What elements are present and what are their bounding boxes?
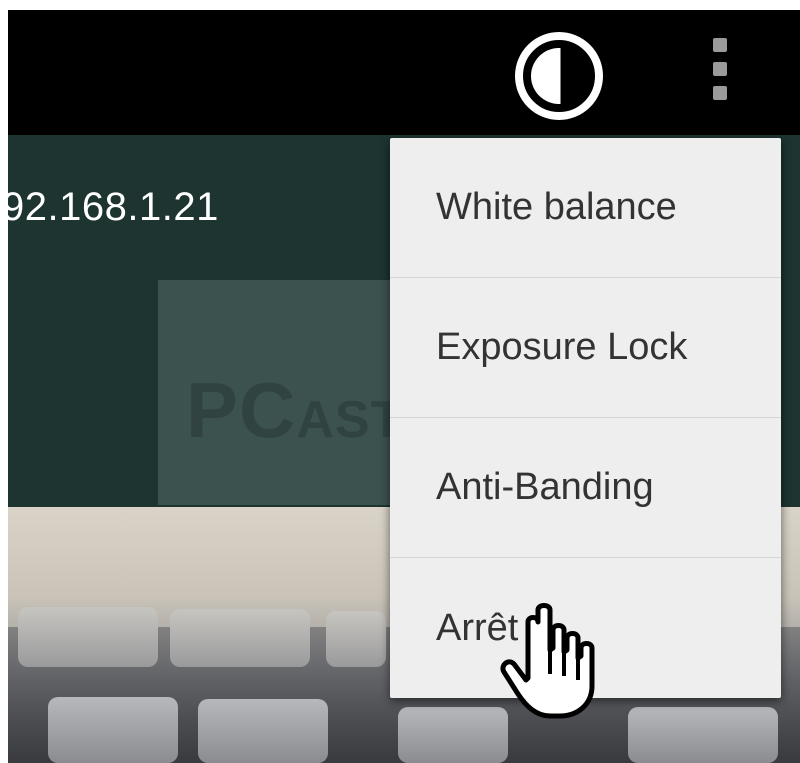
watermark-pc: PC xyxy=(186,366,297,454)
hand-pointer-icon xyxy=(500,603,595,719)
more-vert-icon xyxy=(713,38,727,52)
menu-item-anti-banding[interactable]: Anti-Banding xyxy=(390,418,781,558)
keyboard-key xyxy=(170,609,310,667)
contrast-icon xyxy=(515,32,603,120)
keyboard-key xyxy=(628,707,778,763)
overflow-menu-button[interactable] xyxy=(708,38,732,102)
top-action-bar xyxy=(8,10,800,135)
more-vert-icon-dot xyxy=(713,86,727,100)
keyboard-key xyxy=(398,707,508,763)
keyboard-key xyxy=(326,611,386,667)
ip-address: 92.168.1.21 xyxy=(8,185,219,229)
more-vert-icon-dot xyxy=(713,62,727,76)
keyboard-key xyxy=(48,697,178,763)
app-window: 92.168.1.21 PCASTUCES White balance Expo… xyxy=(8,10,800,763)
keyboard-key xyxy=(198,699,328,763)
keyboard-key xyxy=(18,607,158,667)
menu-item-white-balance[interactable]: White balance xyxy=(390,138,781,278)
contrast-button[interactable] xyxy=(513,30,605,122)
menu-item-exposure-lock[interactable]: Exposure Lock xyxy=(390,278,781,418)
